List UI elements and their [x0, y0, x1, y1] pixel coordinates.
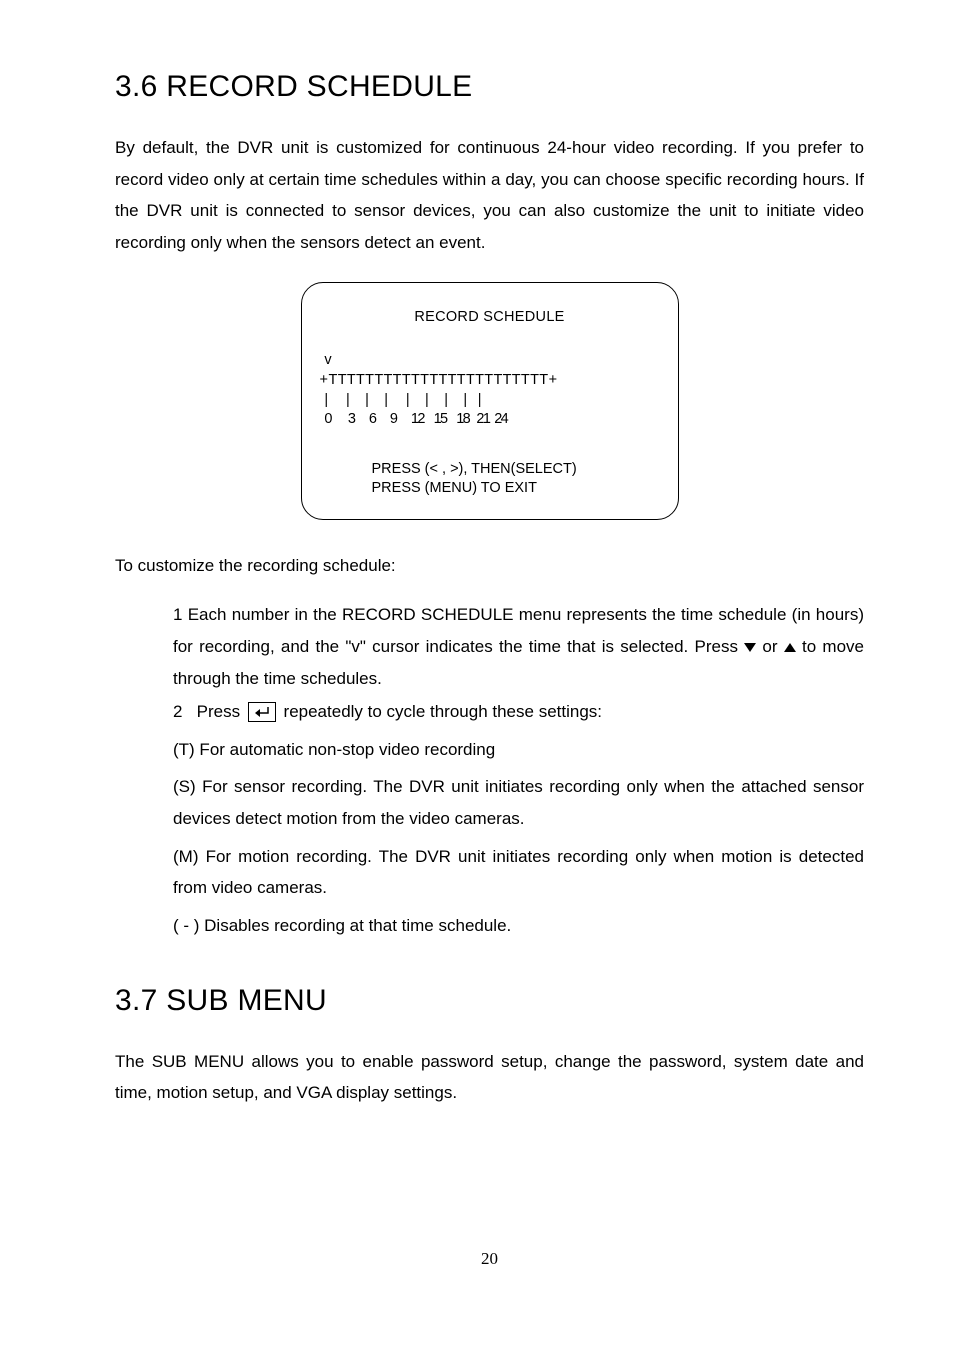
- enter-key-icon: [248, 702, 276, 722]
- schedule-footer-line2: PRESS (MENU) TO EXIT: [372, 479, 670, 499]
- triangle-up-icon: [784, 643, 796, 652]
- step-2-post: repeatedly to cycle through these settin…: [279, 696, 602, 728]
- schedule-footer: PRESS (< , >), THEN(SELECT) PRESS (MENU)…: [310, 460, 670, 499]
- page-number: 20: [115, 1249, 864, 1269]
- schedule-title: RECORD SCHEDULE: [310, 309, 670, 325]
- schedule-tick-line: | | | | | | | | |: [310, 391, 670, 411]
- section-heading-record-schedule: 3.6 RECORD SCHEDULE: [115, 70, 864, 104]
- schedule-bar-line: + T T T T T T T T T T T T T T T T T T T …: [310, 371, 670, 391]
- schedule-diagram-wrapper: RECORD SCHEDULE v + T T T T T T T T T T …: [115, 282, 864, 519]
- step-1: 1 Each number in the RECORD SCHEDULE men…: [173, 599, 864, 694]
- schedule-num-line: 0 3 6 9 12 15 18 21 24: [310, 410, 670, 430]
- customize-lead: To customize the recording schedule:: [115, 550, 864, 582]
- schedule-diagram: RECORD SCHEDULE v + T T T T T T T T T T …: [301, 282, 679, 519]
- option-dash: ( - ) Disables recording at that time sc…: [173, 910, 864, 942]
- schedule-cursor-line: v: [310, 351, 670, 371]
- intro-paragraph: By default, the DVR unit is customized f…: [115, 132, 864, 258]
- schedule-footer-line1: PRESS (< , >), THEN(SELECT): [372, 460, 670, 480]
- step-2: 2 Press repeatedly to cycle through thes…: [173, 696, 864, 728]
- step-1-text-mid: or: [756, 637, 784, 656]
- step-2-pre: 2 Press: [173, 696, 245, 728]
- sub-menu-body: The SUB MENU allows you to enable passwo…: [115, 1046, 864, 1109]
- triangle-down-icon: [744, 643, 756, 652]
- option-m: (M) For motion recording. The DVR unit i…: [173, 841, 864, 904]
- section-heading-sub-menu: 3.7 SUB MENU: [115, 984, 864, 1018]
